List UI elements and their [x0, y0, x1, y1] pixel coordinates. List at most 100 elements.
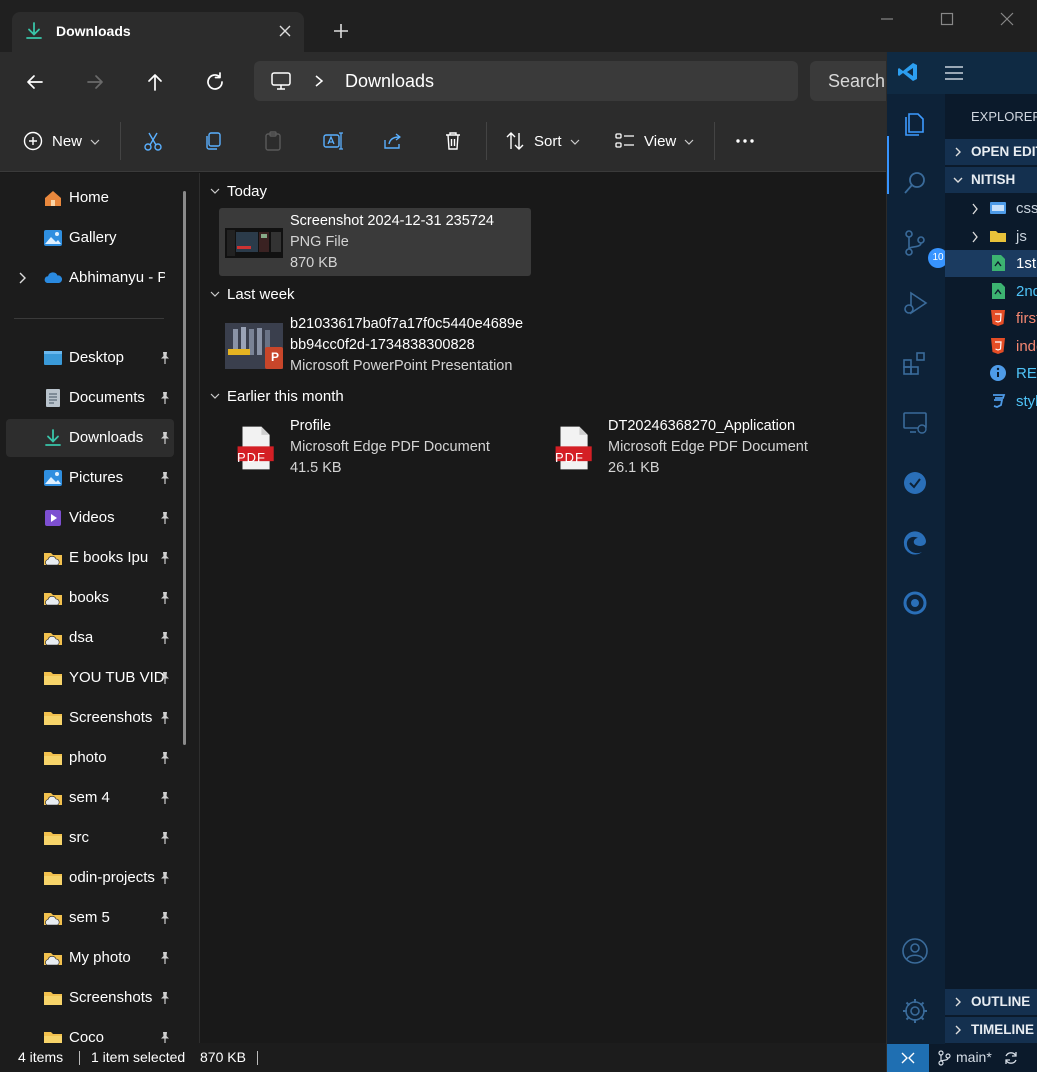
tree-item-css[interactable]: css [945, 195, 1037, 222]
workspace-folder-section[interactable]: NITISH [945, 167, 1037, 193]
source-control-item[interactable]: 10 [900, 228, 948, 268]
paste-button[interactable] [262, 130, 286, 154]
file-item-screenshot[interactable]: Screenshot 2024-12-31 235724 PNG File 87… [219, 208, 531, 276]
pin-icon[interactable] [158, 831, 172, 845]
tree-item-1st[interactable]: 1st [945, 250, 1037, 277]
title-bar: Downloads [0, 0, 1037, 52]
rename-icon [323, 132, 343, 150]
pin-icon[interactable] [158, 391, 172, 405]
breadcrumb-downloads[interactable]: Downloads [345, 71, 434, 92]
sidebar-item-pictures[interactable]: Pictures [6, 459, 174, 497]
sidebar-item-desktop[interactable]: Desktop [6, 339, 174, 377]
cut-button[interactable] [142, 130, 166, 154]
delete-button[interactable] [442, 130, 466, 154]
sidebar-item-you-tub-videos[interactable]: YOU TUB VIDEOS [6, 659, 174, 697]
sidebar-item-my-photo[interactable]: My photo [6, 939, 174, 977]
tree-item-index[interactable]: index [945, 333, 1037, 360]
sidebar-item-e-books-ipu[interactable]: E books Ipu [6, 539, 174, 577]
pin-icon[interactable] [158, 951, 172, 965]
minimize-icon[interactable] [876, 8, 898, 30]
pin-icon[interactable] [158, 991, 172, 1005]
up-arrow-icon[interactable] [142, 69, 168, 95]
refresh-icon[interactable] [202, 69, 228, 95]
timeline-section[interactable]: TIMELINE [945, 1017, 1037, 1043]
sidebar-item-videos[interactable]: Videos [6, 499, 174, 537]
explorer-files-icon[interactable] [900, 108, 930, 138]
breadcrumb-chevron-icon[interactable] [312, 73, 326, 89]
sidebar-item-gallery[interactable]: Gallery [6, 219, 174, 257]
new-button[interactable]: New [22, 130, 102, 154]
back-arrow-icon[interactable] [22, 69, 48, 95]
pin-icon[interactable] [158, 431, 172, 445]
pin-icon[interactable] [158, 711, 172, 725]
chevron-right-icon[interactable] [18, 271, 28, 285]
remote-indicator[interactable] [887, 1044, 929, 1072]
hamburger-menu-icon[interactable] [943, 64, 965, 82]
share-button[interactable] [382, 130, 406, 154]
tree-item-js[interactable]: js [945, 223, 1037, 250]
sidebar-item-screenshots[interactable]: Screenshots [6, 699, 174, 737]
edge-browser-icon[interactable] [900, 528, 930, 558]
forward-arrow-icon[interactable] [82, 69, 108, 95]
file-item-profile-pdf[interactable]: PDF Profile Microsoft Edge PDF Document … [219, 413, 531, 481]
documents-folder-icon [46, 389, 60, 407]
view-button[interactable]: View [614, 130, 698, 154]
close-tab-icon[interactable] [276, 22, 294, 40]
sidebar-item-odin-projects[interactable]: odin-projects [6, 859, 174, 897]
file-item-application-pdf[interactable]: PDF DT20246368270_Application Microsoft … [537, 413, 849, 481]
run-debug-icon[interactable] [900, 288, 930, 318]
copy-button[interactable] [202, 130, 226, 154]
sidebar-item-home[interactable]: Home [6, 179, 174, 217]
sidebar-item-screenshots[interactable]: Screenshots [6, 979, 174, 1017]
pin-icon[interactable] [158, 1031, 172, 1043]
pin-icon[interactable] [158, 631, 172, 645]
sidebar-item-documents[interactable]: Documents [6, 379, 174, 417]
address-bar[interactable]: Downloads [254, 61, 798, 101]
account-icon[interactable] [900, 936, 930, 966]
git-branch-label[interactable]: main* [956, 1049, 992, 1065]
sidebar-item-label: Pictures [69, 469, 124, 486]
pin-icon[interactable] [158, 471, 172, 485]
extension-ring-icon[interactable] [900, 588, 930, 618]
pin-icon[interactable] [158, 671, 172, 685]
extensions-icon[interactable] [900, 348, 930, 378]
pin-icon[interactable] [158, 871, 172, 885]
remote-explorer-icon[interactable] [900, 408, 930, 438]
sidebar-item-photo[interactable]: photo [6, 739, 174, 777]
close-window-icon[interactable] [996, 8, 1018, 30]
file-item-presentation[interactable]: P b21033617ba0f7a17f0c5440e4689e bb94cc0… [219, 311, 531, 379]
tree-item-2nd[interactable]: 2nd [945, 278, 1037, 305]
tab-downloads[interactable]: Downloads [12, 12, 304, 52]
sort-button[interactable]: Sort [504, 130, 584, 154]
sidebar-item-onedrive[interactable]: Abhimanyu - Personal [6, 259, 174, 297]
sync-icon[interactable] [1003, 1050, 1019, 1066]
new-tab-icon[interactable] [330, 20, 352, 42]
sidebar-scrollbar[interactable] [183, 191, 186, 745]
open-editors-section[interactable]: OPEN EDITORS [945, 139, 1037, 165]
settings-gear-icon[interactable] [900, 996, 930, 1026]
maximize-icon[interactable] [936, 8, 958, 30]
sidebar-item-sem-4[interactable]: sem 4 [6, 779, 174, 817]
sidebar-item-dsa[interactable]: dsa [6, 619, 174, 657]
pin-icon[interactable] [158, 591, 172, 605]
selection-size: 870 KB [200, 1049, 246, 1065]
tree-item-readme[interactable]: README [945, 360, 1037, 387]
outline-section[interactable]: OUTLINE [945, 989, 1037, 1015]
testing-check-icon[interactable] [900, 468, 930, 498]
tree-item-first[interactable]: first [945, 305, 1037, 332]
pin-icon[interactable] [158, 551, 172, 565]
search-icon[interactable] [900, 168, 930, 198]
pin-icon[interactable] [158, 911, 172, 925]
sidebar-item-downloads[interactable]: Downloads [6, 419, 174, 457]
pin-icon[interactable] [158, 511, 172, 525]
sidebar-item-sem-5[interactable]: sem 5 [6, 899, 174, 937]
pin-icon[interactable] [158, 791, 172, 805]
sidebar-item-coco[interactable]: Coco [6, 1019, 174, 1043]
sidebar-item-books[interactable]: books [6, 579, 174, 617]
pin-icon[interactable] [158, 351, 172, 365]
tree-item-style[interactable]: style [945, 388, 1037, 415]
see-more-button[interactable] [734, 130, 758, 154]
sidebar-item-src[interactable]: src [6, 819, 174, 857]
rename-button[interactable] [322, 130, 346, 154]
pin-icon[interactable] [158, 751, 172, 765]
